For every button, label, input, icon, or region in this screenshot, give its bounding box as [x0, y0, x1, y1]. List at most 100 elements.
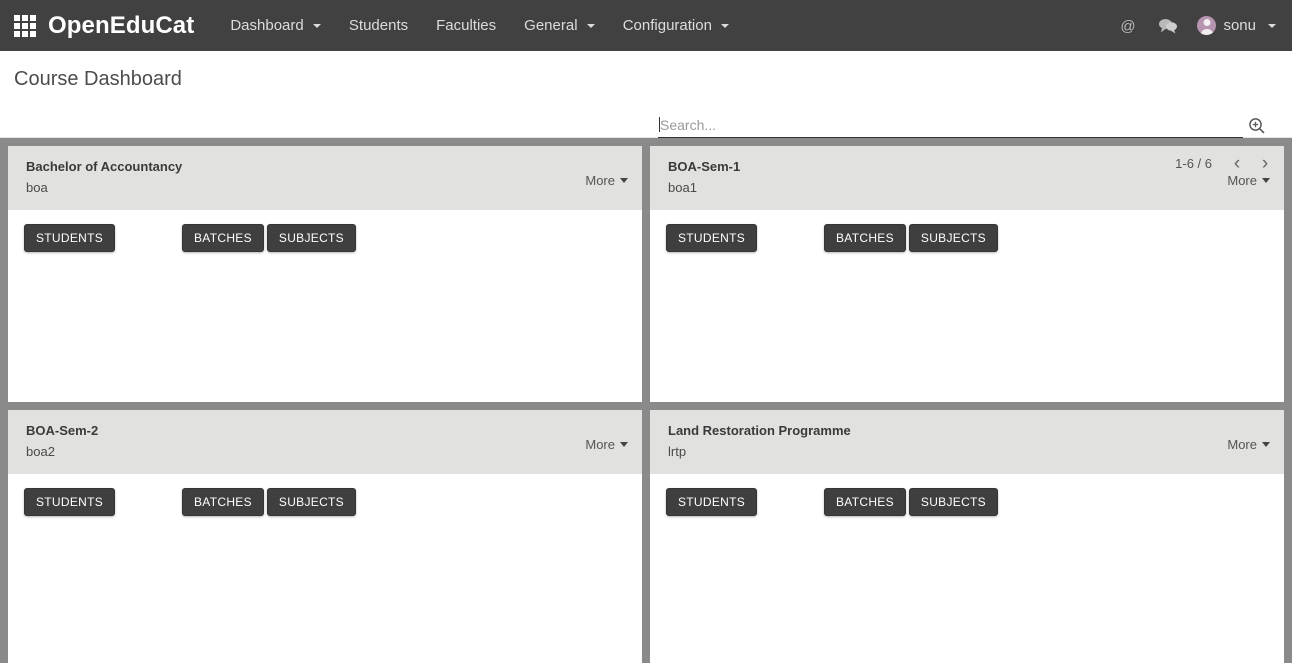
magnifier-plus-icon[interactable] [1248, 117, 1266, 135]
card-header: Land Restoration Programme lrtp More [650, 410, 1284, 474]
apps-grid-cell [14, 14, 20, 21]
students-button[interactable]: STUDENTS [24, 488, 116, 516]
batches-button[interactable]: BATCHES [182, 488, 264, 516]
apps-grid-cell [22, 30, 28, 37]
apps-grid-cell [14, 30, 20, 37]
chevron-down-icon [1262, 178, 1270, 183]
card-more-label: More [1227, 173, 1257, 188]
kanban-row: Bachelor of Accountancy boa More STUDENT… [0, 146, 1292, 402]
apps-grid-cell [22, 14, 28, 21]
students-button[interactable]: STUDENTS [666, 488, 758, 516]
card-body: STUDENTS BATCHES SUBJECTS [650, 474, 1284, 530]
card-batches-subjects-group: BATCHES SUBJECTS [182, 224, 356, 252]
pager-count: 1-6 / 6 [1175, 156, 1212, 171]
batches-button[interactable]: BATCHES [824, 488, 906, 516]
card-body: STUDENTS BATCHES SUBJECTS [8, 210, 642, 266]
nav-item-label: Students [348, 17, 409, 34]
subjects-button[interactable]: SUBJECTS [266, 488, 356, 516]
students-button[interactable]: STUDENTS [24, 224, 116, 252]
card-header: Bachelor of Accountancy boa More [8, 146, 642, 210]
chat-bubbles-icon[interactable] [1157, 15, 1179, 37]
pager-next-button[interactable]: › [1252, 154, 1278, 173]
search-box[interactable] [658, 117, 1243, 138]
card-students-group: STUDENTS [24, 224, 182, 252]
card-title: Land Restoration Programme [668, 423, 851, 438]
chevron-down-icon [586, 24, 595, 28]
pager-previous-button[interactable]: ‹ [1224, 154, 1250, 173]
kanban-row: BOA-Sem-2 boa2 More STUDENTS BATCHES SUB… [0, 410, 1292, 663]
nav-item-label: Faculties [436, 17, 497, 34]
course-card[interactable]: Bachelor of Accountancy boa More STUDENT… [8, 146, 642, 402]
nav-item-label: Configuration [622, 17, 712, 34]
card-more-dropdown[interactable]: More [1227, 173, 1270, 188]
apps-grid-cell [30, 22, 36, 29]
card-batches-subjects-group: BATCHES SUBJECTS [824, 488, 998, 516]
students-button[interactable]: STUDENTS [666, 224, 758, 252]
chevron-down-icon [312, 24, 321, 28]
card-more-label: More [585, 437, 615, 452]
apps-grid-cell [14, 22, 20, 29]
card-titles: Land Restoration Programme lrtp [668, 423, 851, 459]
card-body: STUDENTS BATCHES SUBJECTS [650, 210, 1284, 266]
card-titles: BOA-Sem-2 boa2 [26, 423, 98, 459]
card-title: BOA-Sem-1 [668, 159, 741, 174]
apps-grid-cell [30, 14, 36, 21]
card-more-label: More [1227, 437, 1257, 452]
search-text-cursor [659, 117, 660, 132]
main-menu: Dashboard Students Faculties General Con… [216, 0, 743, 51]
batches-button[interactable]: BATCHES [182, 224, 264, 252]
apps-grid-icon[interactable] [14, 14, 36, 37]
user-name-label: sonu [1223, 17, 1256, 34]
nav-item-configuration[interactable]: Configuration [609, 0, 743, 51]
card-batches-subjects-group: BATCHES SUBJECTS [824, 224, 998, 252]
control-panel-top-row: Course Dashboard [14, 51, 1278, 93]
subjects-button[interactable]: SUBJECTS [908, 488, 998, 516]
card-students-group: STUDENTS [666, 488, 824, 516]
course-card[interactable]: BOA-Sem-1 boa1 More STUDENTS BATCHES SUB… [650, 146, 1284, 402]
card-code: boa2 [26, 444, 55, 459]
nav-item-general[interactable]: General [510, 0, 609, 51]
svg-text:@: @ [1121, 18, 1136, 35]
pager: 1-6 / 6 ‹ › [1175, 154, 1278, 173]
brand-logo[interactable]: OpenEduCat [48, 12, 194, 40]
card-header: BOA-Sem-2 boa2 More [8, 410, 642, 474]
subjects-button[interactable]: SUBJECTS [266, 224, 356, 252]
card-body: STUDENTS BATCHES SUBJECTS [8, 474, 642, 530]
card-more-dropdown[interactable]: More [585, 437, 628, 452]
user-menu[interactable]: sonu [1197, 16, 1278, 35]
card-students-group: STUDENTS [666, 224, 824, 252]
card-title: BOA-Sem-2 [26, 423, 99, 438]
chevron-down-icon [620, 442, 628, 447]
search-input[interactable] [658, 117, 1243, 137]
card-more-dropdown[interactable]: More [585, 173, 628, 188]
apps-grid-cell [30, 30, 36, 37]
card-students-group: STUDENTS [24, 488, 182, 516]
top-navbar: OpenEduCat Dashboard Students Faculties … [0, 0, 1292, 51]
nav-item-dashboard[interactable]: Dashboard [216, 0, 335, 51]
chevron-down-icon [1268, 23, 1276, 28]
nav-item-students[interactable]: Students [335, 0, 422, 51]
card-title: Bachelor of Accountancy [26, 159, 183, 174]
nav-item-label: General [524, 17, 578, 34]
card-code: lrtp [668, 444, 687, 459]
subjects-button[interactable]: SUBJECTS [908, 224, 998, 252]
chevron-down-icon [1262, 442, 1270, 447]
page-title: Course Dashboard [14, 68, 182, 90]
card-more-dropdown[interactable]: More [1227, 437, 1270, 452]
card-code: boa [26, 180, 48, 195]
chevron-down-icon [721, 24, 730, 28]
course-card[interactable]: BOA-Sem-2 boa2 More STUDENTS BATCHES SUB… [8, 410, 642, 663]
course-card[interactable]: Land Restoration Programme lrtp More STU… [650, 410, 1284, 663]
card-code: boa1 [668, 180, 697, 195]
card-batches-subjects-group: BATCHES SUBJECTS [182, 488, 356, 516]
apps-grid-cell [22, 22, 28, 29]
batches-button[interactable]: BATCHES [824, 224, 906, 252]
card-more-label: More [585, 173, 615, 188]
card-titles: BOA-Sem-1 boa1 [668, 159, 740, 195]
avatar [1197, 16, 1217, 35]
chevron-down-icon [620, 178, 628, 183]
kanban-board: Bachelor of Accountancy boa More STUDENT… [0, 138, 1292, 663]
nav-item-label: Dashboard [230, 17, 304, 34]
nav-item-faculties[interactable]: Faculties [422, 0, 510, 51]
at-sign-icon[interactable]: @ [1117, 15, 1139, 37]
